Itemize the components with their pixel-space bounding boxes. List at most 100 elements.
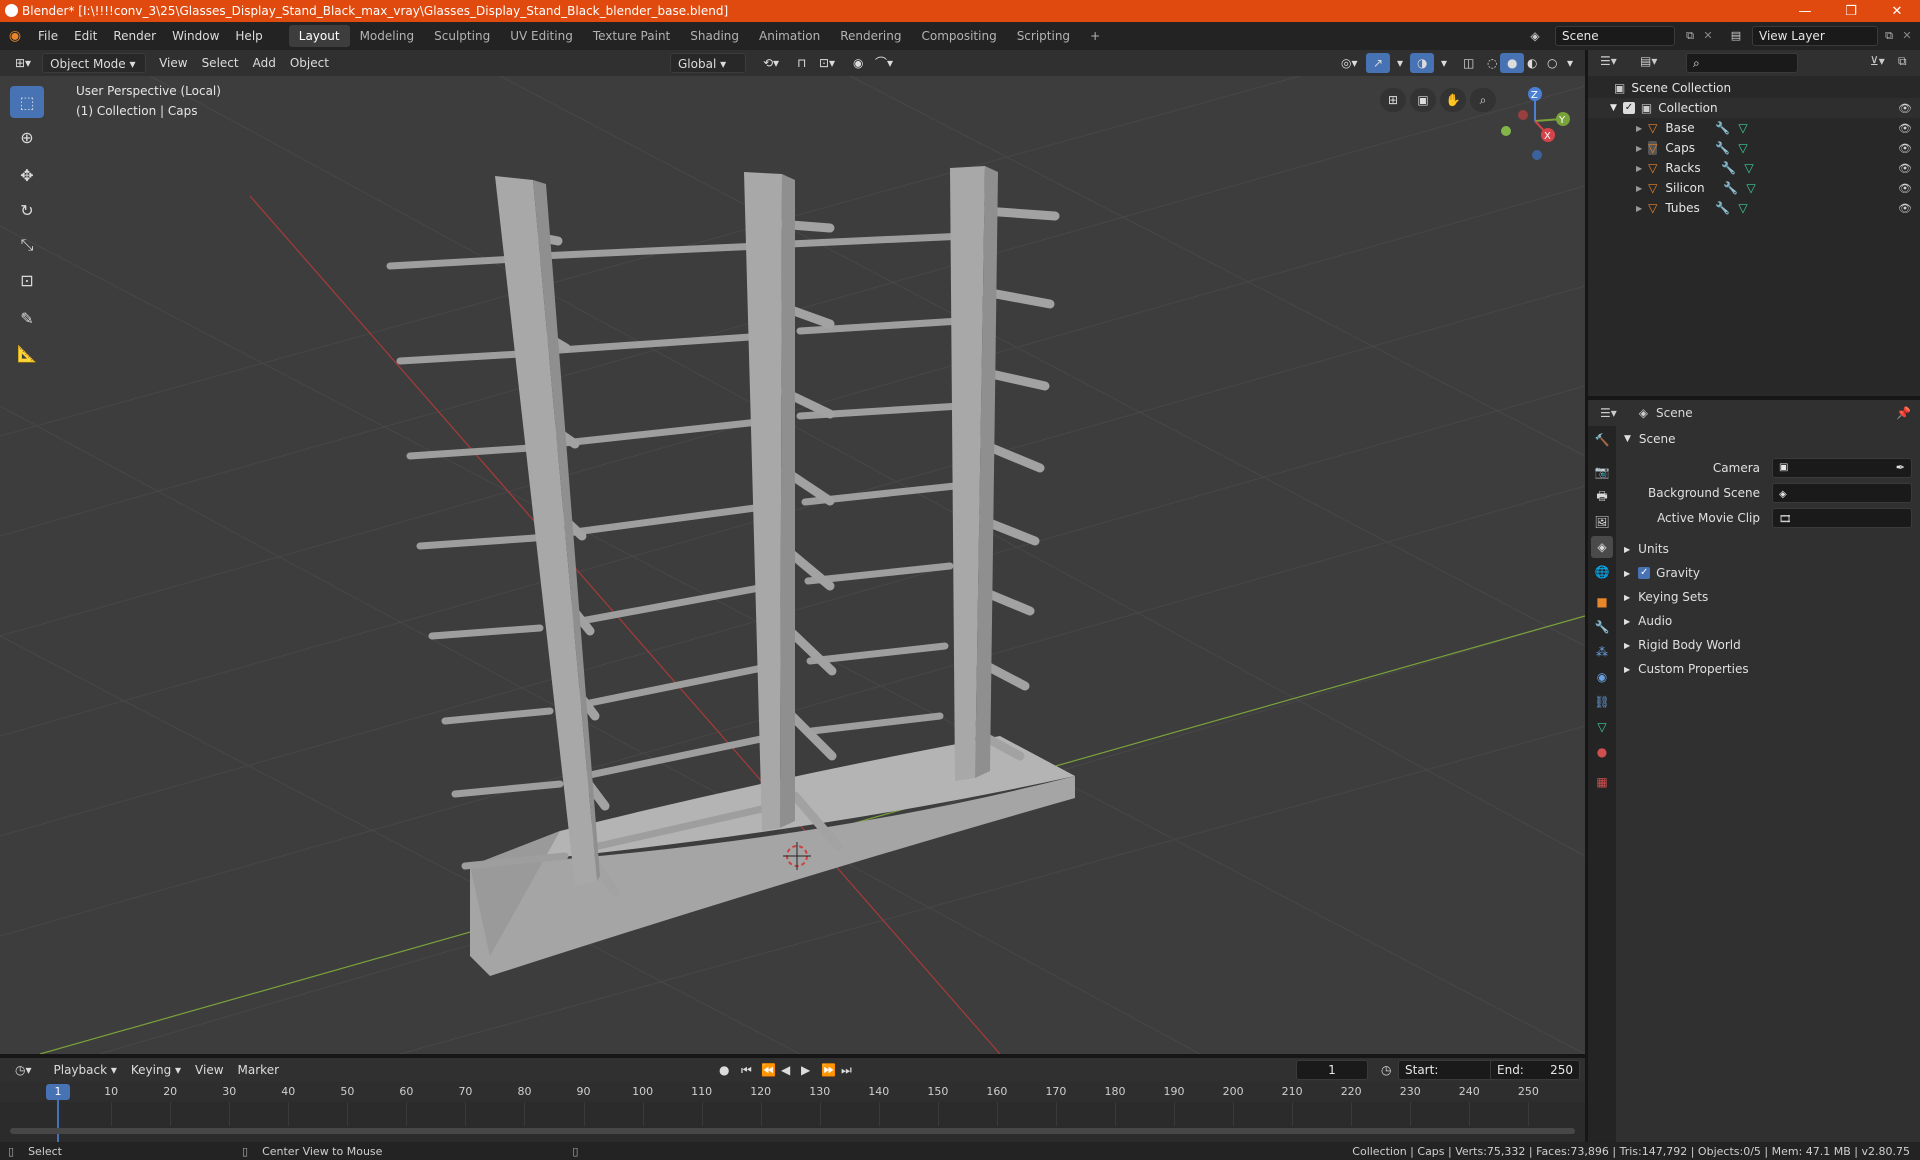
menu-window[interactable]: Window — [164, 25, 227, 47]
tab-animation[interactable]: Animation — [749, 25, 830, 47]
outliner-row-silicon[interactable]: ▶ ▽ Silicon 🔧 ▽ 👁 — [1588, 178, 1920, 198]
eyedropper-icon[interactable]: ✒ — [1896, 459, 1905, 477]
object-mode-dropdown[interactable]: Object Mode ▾ — [42, 53, 147, 73]
tab-compositing[interactable]: Compositing — [911, 25, 1006, 47]
constraints-tab-icon[interactable]: ⛓ — [1591, 691, 1613, 713]
zoom-view-icon[interactable]: ⌕ — [1470, 88, 1496, 112]
xray-toggle-icon[interactable]: ◫ — [1456, 53, 1481, 73]
expand-arrow-icon[interactable]: ▶ — [1636, 164, 1642, 173]
current-frame-field[interactable]: 1 — [1296, 1060, 1368, 1080]
new-scene-icon[interactable]: ⧉ — [1680, 26, 1700, 46]
rigid-body-world-panel[interactable]: ▶ Rigid Body World — [1620, 634, 1916, 656]
select-box-tool-icon[interactable]: ⬚ — [10, 86, 44, 118]
cursor-tool-icon[interactable]: ⊕ — [10, 121, 44, 153]
camera-field[interactable]: ▣ ✒ — [1772, 458, 1912, 478]
modifier-icon[interactable]: 🔧 — [1723, 181, 1738, 195]
transform-tool-icon[interactable]: ⊡ — [10, 264, 44, 296]
eye-icon[interactable]: 👁 — [1898, 102, 1912, 115]
overlays-dropdown-icon[interactable]: ▾ — [1434, 53, 1454, 73]
display-mode-icon[interactable]: ▤▾ — [1640, 54, 1657, 68]
annotate-tool-icon[interactable]: ✎ — [10, 302, 44, 334]
end-frame-field[interactable]: End: 250 — [1490, 1060, 1580, 1080]
add-workspace-button[interactable]: + — [1080, 25, 1110, 47]
mesh-data-icon[interactable]: ▽ — [1744, 161, 1753, 175]
output-tab-icon[interactable]: 🖶 — [1591, 486, 1613, 508]
pan-view-icon[interactable]: ✋ — [1440, 88, 1466, 112]
tab-rendering[interactable]: Rendering — [830, 25, 911, 47]
expand-arrow-icon[interactable]: ▶ — [1636, 204, 1642, 213]
eye-icon[interactable]: 👁 — [1898, 162, 1912, 175]
proportional-edit-icon[interactable]: ◉ — [846, 53, 870, 73]
custom-properties-panel[interactable]: ▶ Custom Properties — [1620, 658, 1916, 680]
tab-uv-editing[interactable]: UV Editing — [500, 25, 583, 47]
background-scene-field[interactable]: ◈ — [1772, 483, 1912, 503]
mesh-data-icon[interactable]: ▽ — [1738, 141, 1747, 155]
world-tab-icon[interactable]: 🌐 — [1591, 561, 1613, 583]
record-icon[interactable]: ● — [712, 1060, 736, 1080]
editor-type-icon[interactable]: ⊞▾ — [8, 53, 38, 73]
outliner-row-caps[interactable]: ▶ ▽ Caps 🔧 ▽ 👁 — [1588, 138, 1920, 158]
gravity-panel[interactable]: ▶ ✓ Gravity — [1620, 562, 1916, 584]
physics-tab-icon[interactable]: ◉ — [1591, 666, 1613, 688]
expand-arrow-icon[interactable]: ▶ — [1624, 545, 1630, 554]
gizmo-toggle-icon[interactable]: ↗ — [1366, 53, 1391, 73]
tab-sculpting[interactable]: Sculpting — [424, 25, 500, 47]
overlays-toggle-icon[interactable]: ◑ — [1410, 53, 1435, 73]
tab-scripting[interactable]: Scripting — [1007, 25, 1080, 47]
menu-add[interactable]: Add — [246, 53, 283, 73]
playhead-frame-label[interactable]: 1 — [46, 1084, 70, 1100]
outliner-row-base[interactable]: ▶ ▽ Base 🔧 ▽ 👁 — [1588, 118, 1920, 138]
jump-end-icon[interactable]: ⏭ — [834, 1060, 859, 1080]
scene-panel-header[interactable]: ▼ Scene — [1620, 428, 1916, 450]
menu-keying[interactable]: Keying ▾ — [124, 1060, 188, 1080]
new-collection-icon[interactable]: ⧉ — [1898, 54, 1907, 69]
tab-layout[interactable]: Layout — [288, 25, 350, 47]
scene-name-field[interactable]: Scene — [1555, 26, 1675, 46]
grid-view-icon[interactable]: ⊞ — [1380, 88, 1406, 112]
view-layer-browse-icon[interactable]: ▤ — [1726, 26, 1746, 46]
timeline-scrollbar[interactable] — [10, 1128, 1575, 1134]
data-tab-icon[interactable]: ▽ — [1591, 716, 1613, 738]
scene-browse-icon[interactable]: ◈ — [1525, 26, 1545, 46]
view-layer-tab-icon[interactable]: 🖼 — [1591, 511, 1613, 533]
measure-tool-icon[interactable]: 📐 — [10, 337, 44, 369]
maximize-button[interactable]: ❐ — [1828, 0, 1874, 22]
keying-sets-panel[interactable]: ▶ Keying Sets — [1620, 586, 1916, 608]
scene-tab-icon[interactable]: ◈ — [1591, 536, 1613, 558]
expand-arrow-icon[interactable]: ▶ — [1624, 641, 1630, 650]
particles-tab-icon[interactable]: ⁂ — [1591, 641, 1613, 663]
expand-arrow-icon[interactable]: ▶ — [1624, 665, 1630, 674]
filter-icon[interactable]: ⊻▾ — [1870, 54, 1885, 68]
object-tab-icon[interactable]: ■ — [1591, 591, 1613, 613]
timeline-editor-type-icon[interactable]: ◷▾ — [8, 1060, 39, 1080]
outliner-editor-type-icon[interactable]: ☰▾ — [1600, 54, 1617, 68]
shading-options-icon[interactable]: ▾ — [1560, 53, 1580, 73]
eye-icon[interactable]: 👁 — [1898, 182, 1912, 195]
move-tool-icon[interactable]: ✥ — [10, 159, 44, 191]
proportional-falloff-icon[interactable]: ⌒▾ — [868, 53, 900, 73]
object-visibility-icon[interactable]: ◎▾ — [1334, 53, 1365, 73]
menu-render[interactable]: Render — [105, 25, 164, 47]
modifier-tab-icon[interactable]: 🔧 — [1591, 616, 1613, 638]
tab-shading[interactable]: Shading — [680, 25, 749, 47]
scale-tool-icon[interactable]: ⤡ — [10, 229, 44, 261]
units-panel[interactable]: ▶ Units — [1620, 538, 1916, 560]
gravity-checkbox[interactable]: ✓ — [1638, 567, 1651, 579]
delete-view-layer-icon[interactable]: ✕ — [1898, 26, 1916, 46]
outliner-search-input[interactable]: ⌕ — [1686, 53, 1798, 73]
active-movie-clip-field[interactable]: 🎞 — [1772, 508, 1912, 528]
snap-icon[interactable]: ⊓ — [790, 53, 813, 73]
close-window-button[interactable]: ✕ — [1874, 0, 1920, 22]
timeline[interactable]: 10 20 30 40 50 60 70 80 90 100 110 120 130 140 150 160 1… — [0, 1082, 1585, 1142]
3d-viewport[interactable]: Z Y X User Perspective (Local) (1) Colle… — [0, 76, 1585, 1054]
expand-arrow-icon[interactable]: ▶ — [1624, 593, 1630, 602]
expand-arrow-icon[interactable]: ▶ — [1636, 144, 1642, 153]
menu-marker[interactable]: Marker — [231, 1060, 286, 1080]
menu-edit[interactable]: Edit — [66, 25, 105, 47]
navigation-gizmo[interactable]: Z Y X — [1501, 87, 1570, 160]
blender-menu-icon[interactable]: ◉ — [0, 28, 30, 44]
expand-arrow-icon[interactable]: ▶ — [1624, 569, 1630, 578]
menu-view[interactable]: View — [152, 53, 194, 73]
menu-file[interactable]: File — [30, 25, 66, 47]
view-layer-field[interactable]: View Layer — [1752, 26, 1878, 46]
